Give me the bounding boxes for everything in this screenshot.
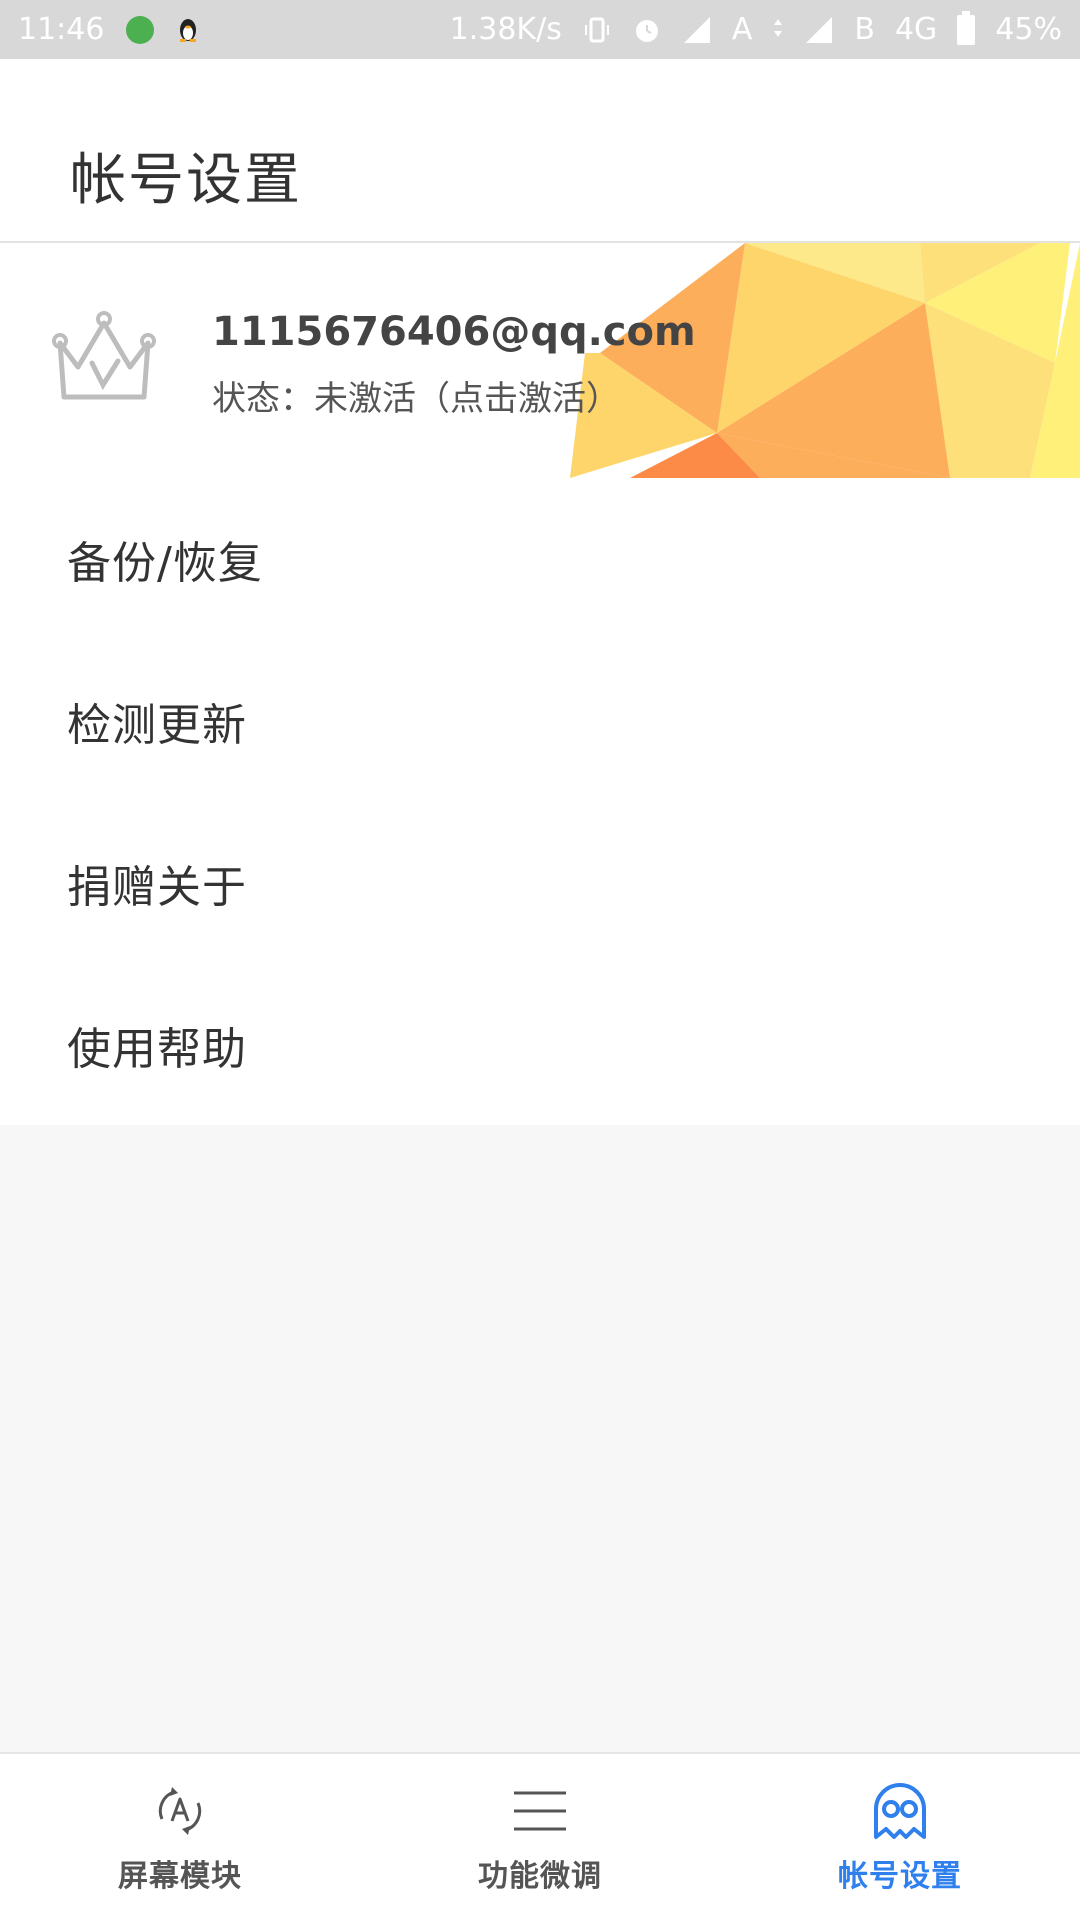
crown-v-icon bbox=[52, 311, 156, 400]
sim-b-label: B bbox=[854, 11, 875, 47]
status-bar-right: 1.38K/s A B 4G 45% bbox=[449, 10, 1080, 47]
signal-icon bbox=[806, 16, 833, 43]
app-green-icon bbox=[126, 15, 155, 44]
tab-function-tweak[interactable]: 功能微调 bbox=[360, 1754, 720, 1920]
tab-account-settings[interactable]: 帐号设置 bbox=[720, 1754, 1080, 1920]
app-header: 帐号设置 bbox=[0, 59, 1080, 243]
vibrate-icon bbox=[584, 17, 609, 42]
status-bar-left: 11:46 bbox=[0, 11, 200, 47]
account-status[interactable]: 状态：未激活（点击激活） bbox=[212, 371, 620, 420]
qq-penguin-icon bbox=[180, 18, 197, 42]
network-type: 4G bbox=[894, 11, 938, 47]
menu-item-help[interactable]: 使用帮助 bbox=[0, 964, 1080, 1126]
tab-screen-module[interactable]: 屏幕模块 bbox=[0, 1754, 360, 1920]
data-arrows-icon bbox=[774, 18, 783, 37]
status-bar: 11:46 1.38K/s A B 4G 45% bbox=[0, 0, 1080, 59]
account-email: 1115676406@qq.com bbox=[212, 309, 696, 355]
bottom-nav: 屏幕模块 功能微调 帐号设置 bbox=[0, 1752, 1080, 1920]
menu-item-backup-restore[interactable]: 备份/恢复 bbox=[0, 478, 1080, 640]
menu-lines-icon bbox=[514, 1791, 566, 1831]
page-title: 帐号设置 bbox=[70, 148, 302, 213]
sim-a-label: A bbox=[731, 11, 753, 47]
ghost-icon bbox=[874, 1783, 926, 1839]
settings-menu: 备份/恢复 检测更新 捐赠关于 使用帮助 bbox=[0, 478, 1080, 1125]
account-card[interactable]: 1115676406@qq.com 状态：未激活（点击激活） bbox=[0, 243, 1080, 478]
decorative-polygons bbox=[570, 243, 1080, 478]
tab-label: 帐号设置 bbox=[838, 1859, 962, 1894]
signal-icon bbox=[683, 16, 710, 43]
status-time: 11:46 bbox=[18, 11, 105, 47]
battery-percent: 45% bbox=[995, 11, 1062, 47]
alarm-icon bbox=[635, 19, 658, 42]
menu-item-check-update[interactable]: 检测更新 bbox=[0, 640, 1080, 802]
tab-label: 功能微调 bbox=[478, 1859, 602, 1894]
menu-item-donate-about[interactable]: 捐赠关于 bbox=[0, 802, 1080, 964]
tab-label: 屏幕模块 bbox=[118, 1859, 242, 1894]
net-speed: 1.38K/s bbox=[449, 11, 562, 47]
battery-icon bbox=[957, 10, 976, 45]
auto-rotate-icon bbox=[158, 1787, 202, 1835]
